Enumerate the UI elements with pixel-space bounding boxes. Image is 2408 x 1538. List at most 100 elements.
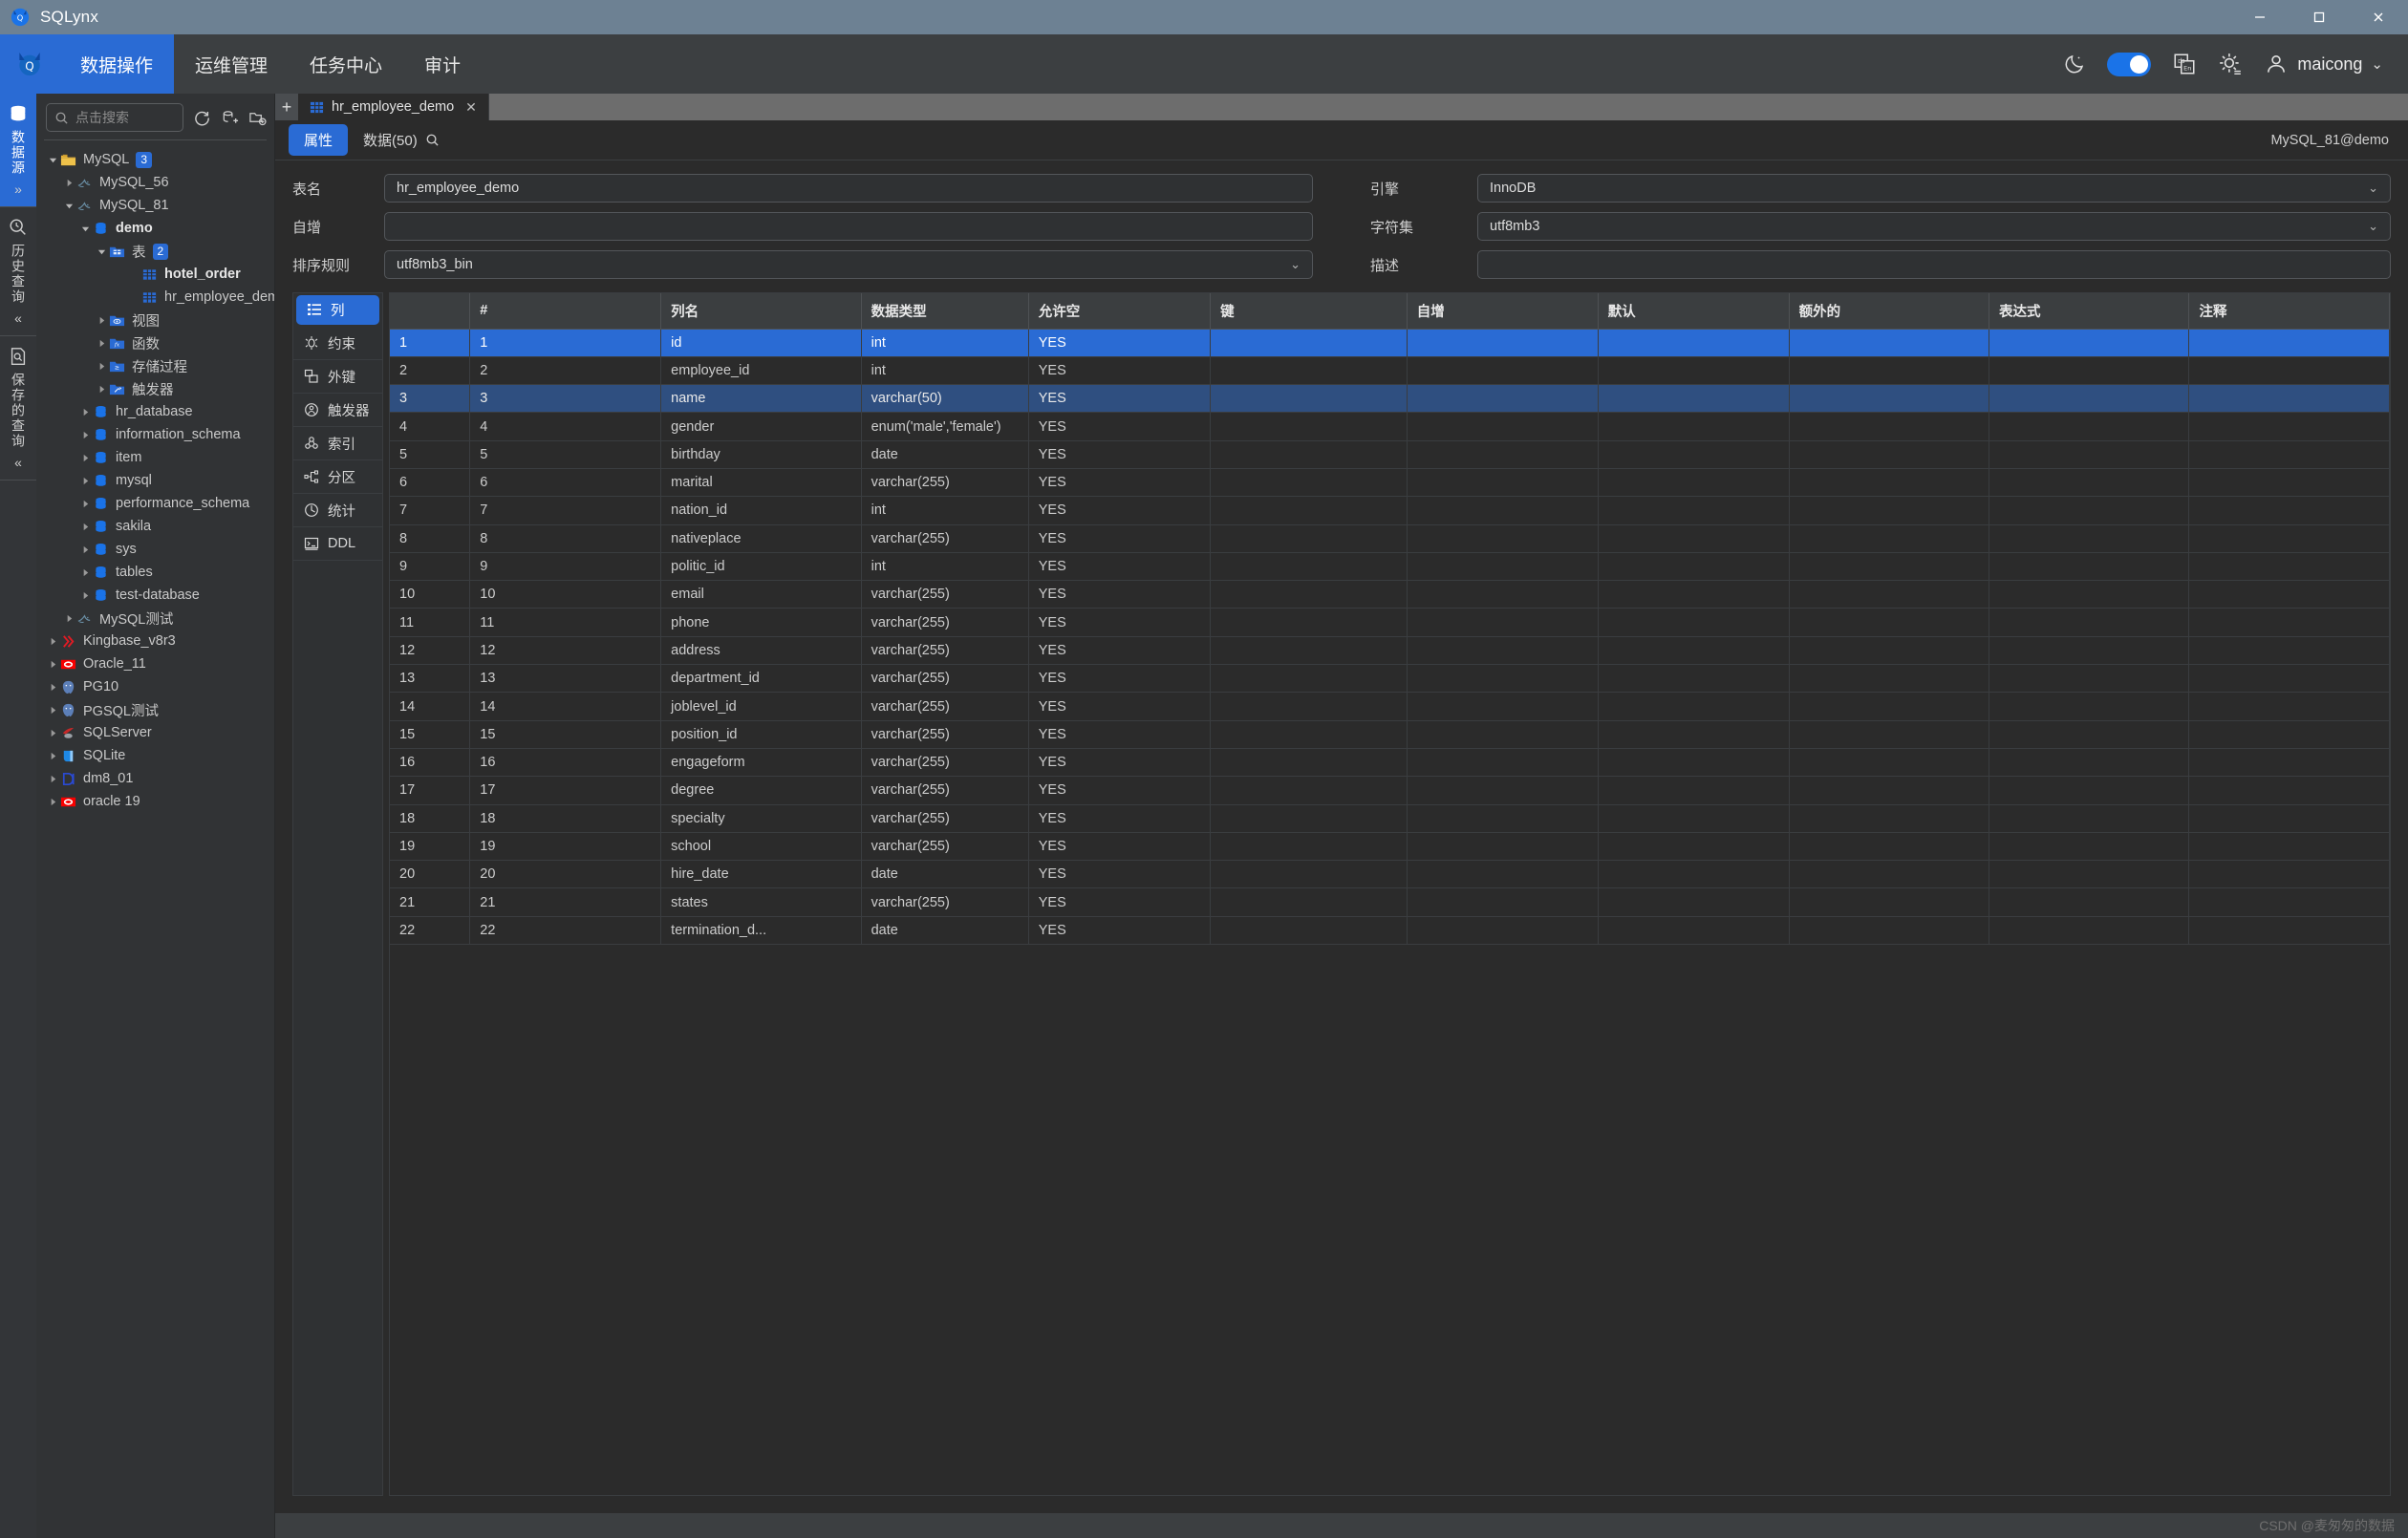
form-field-描述[interactable] <box>1477 250 2391 279</box>
grid-cell-extra[interactable] <box>1789 609 1989 636</box>
grid-cell-comment[interactable] <box>2189 777 2390 804</box>
grid-cell-extra[interactable] <box>1789 665 1989 693</box>
table-row[interactable]: 99politic_idintYES <box>390 552 2390 580</box>
grid-cell-key[interactable] <box>1211 581 1408 609</box>
tree-node-Oracle_11[interactable]: Oracle_11 <box>36 652 274 675</box>
rail-group-0[interactable]: 数据源» <box>0 94 36 207</box>
grid-cell-ai[interactable] <box>1407 832 1598 860</box>
grid-cell-num[interactable]: 14 <box>470 693 661 720</box>
table-row[interactable]: 66maritalvarchar(255)YES <box>390 468 2390 496</box>
grid-cell-name[interactable]: name <box>661 385 861 413</box>
rail-collapse-chevron-2[interactable]: « <box>14 455 22 470</box>
grid-cell-ai[interactable] <box>1407 693 1598 720</box>
tree-node-Kingbase_v8r3[interactable]: Kingbase_v8r3 <box>36 630 274 652</box>
grid-header-cell-1[interactable]: # <box>470 293 661 329</box>
grid-cell-idx[interactable]: 17 <box>390 777 470 804</box>
chevron-right-icon[interactable] <box>78 568 93 577</box>
grid-cell-nullable[interactable]: YES <box>1028 524 1210 552</box>
grid-cell-idx[interactable]: 14 <box>390 693 470 720</box>
grid-cell-key[interactable] <box>1211 413 1408 440</box>
grid-cell-comment[interactable] <box>2189 693 2390 720</box>
grid-cell-key[interactable] <box>1211 748 1408 776</box>
grid-cell-key[interactable] <box>1211 861 1408 888</box>
chevron-down-icon[interactable]: ⌄ <box>2368 219 2378 234</box>
side-tab-4[interactable]: 索引 <box>293 427 382 460</box>
grid-cell-extra[interactable] <box>1789 804 1989 832</box>
grid-cell-nullable[interactable]: YES <box>1028 748 1210 776</box>
grid-cell-num[interactable]: 5 <box>470 440 661 468</box>
close-icon[interactable]: ✕ <box>465 99 477 116</box>
grid-header-cell-3[interactable]: 数据类型 <box>861 293 1028 329</box>
grid-cell-expr[interactable] <box>1989 804 2189 832</box>
grid-cell-expr[interactable] <box>1989 356 2189 384</box>
grid-cell-ai[interactable] <box>1407 636 1598 664</box>
grid-cell-extra[interactable] <box>1789 636 1989 664</box>
table-row[interactable]: 44genderenum('male','female')YES <box>390 413 2390 440</box>
grid-cell-key[interactable] <box>1211 609 1408 636</box>
grid-cell-extra[interactable] <box>1789 748 1989 776</box>
grid-cell-idx[interactable]: 19 <box>390 832 470 860</box>
window-minimize-button[interactable] <box>2230 0 2290 34</box>
grid-cell-type[interactable]: varchar(255) <box>861 888 1028 916</box>
grid-cell-num[interactable]: 19 <box>470 832 661 860</box>
grid-cell-type[interactable]: varchar(50) <box>861 385 1028 413</box>
rail-collapse-chevron-1[interactable]: « <box>14 310 22 326</box>
grid-cell-idx[interactable]: 18 <box>390 804 470 832</box>
grid-cell-extra[interactable] <box>1789 552 1989 580</box>
tree-node-hr_database[interactable]: hr_database <box>36 400 274 423</box>
grid-cell-expr[interactable] <box>1989 609 2189 636</box>
grid-cell-key[interactable] <box>1211 832 1408 860</box>
grid-cell-default[interactable] <box>1598 693 1789 720</box>
chevron-right-icon[interactable] <box>62 614 76 623</box>
grid-cell-num[interactable]: 22 <box>470 916 661 944</box>
grid-cell-name[interactable]: marital <box>661 468 861 496</box>
side-tab-6[interactable]: 统计 <box>293 494 382 527</box>
grid-cell-default[interactable] <box>1598 468 1789 496</box>
grid-cell-nullable[interactable]: YES <box>1028 413 1210 440</box>
form-field-字符集[interactable]: utf8mb3⌄ <box>1477 212 2391 241</box>
grid-cell-default[interactable] <box>1598 748 1789 776</box>
grid-cell-key[interactable] <box>1211 552 1408 580</box>
grid-cell-extra[interactable] <box>1789 524 1989 552</box>
table-row[interactable]: 55birthdaydateYES <box>390 440 2390 468</box>
grid-header-cell-0[interactable] <box>390 293 470 329</box>
grid-cell-idx[interactable]: 15 <box>390 720 470 748</box>
grid-cell-comment[interactable] <box>2189 832 2390 860</box>
add-folder-icon[interactable] <box>248 109 267 127</box>
nav-brand-logo[interactable]: Q <box>0 34 59 94</box>
grid-cell-idx[interactable]: 6 <box>390 468 470 496</box>
grid-cell-name[interactable]: nation_id <box>661 497 861 524</box>
theme-toggle[interactable] <box>2107 53 2151 76</box>
window-maximize-button[interactable] <box>2290 0 2349 34</box>
grid-cell-ai[interactable] <box>1407 748 1598 776</box>
grid-cell-comment[interactable] <box>2189 861 2390 888</box>
grid-cell-default[interactable] <box>1598 804 1789 832</box>
tree-node-SQLite[interactable]: SQLite <box>36 744 274 767</box>
side-tab-3[interactable]: 触发器 <box>293 394 382 427</box>
grid-cell-type[interactable]: varchar(255) <box>861 665 1028 693</box>
table-row[interactable]: 1212addressvarchar(255)YES <box>390 636 2390 664</box>
grid-cell-default[interactable] <box>1598 720 1789 748</box>
tree-node-[interactable]: 触发器 <box>36 377 274 400</box>
grid-cell-expr[interactable] <box>1989 693 2189 720</box>
rail-group-2[interactable]: 保存的查询« <box>0 336 36 481</box>
grid-cell-ai[interactable] <box>1407 524 1598 552</box>
grid-cell-num[interactable]: 15 <box>470 720 661 748</box>
table-row[interactable]: 11idintYES <box>390 329 2390 356</box>
grid-cell-expr[interactable] <box>1989 748 2189 776</box>
grid-cell-type[interactable]: varchar(255) <box>861 636 1028 664</box>
grid-cell-expr[interactable] <box>1989 413 2189 440</box>
search-input[interactable]: 点击搜索 <box>46 103 183 132</box>
grid-cell-default[interactable] <box>1598 552 1789 580</box>
grid-header-cell-4[interactable]: 允许空 <box>1028 293 1210 329</box>
grid-cell-nullable[interactable]: YES <box>1028 861 1210 888</box>
grid-cell-idx[interactable]: 3 <box>390 385 470 413</box>
grid-cell-default[interactable] <box>1598 524 1789 552</box>
chevron-right-icon[interactable] <box>78 408 93 417</box>
grid-cell-num[interactable]: 8 <box>470 524 661 552</box>
grid-cell-expr[interactable] <box>1989 552 2189 580</box>
grid-cell-ai[interactable] <box>1407 804 1598 832</box>
grid-cell-num[interactable]: 20 <box>470 861 661 888</box>
side-tab-0[interactable]: 列 <box>296 295 379 325</box>
chevron-right-icon[interactable] <box>78 523 93 531</box>
